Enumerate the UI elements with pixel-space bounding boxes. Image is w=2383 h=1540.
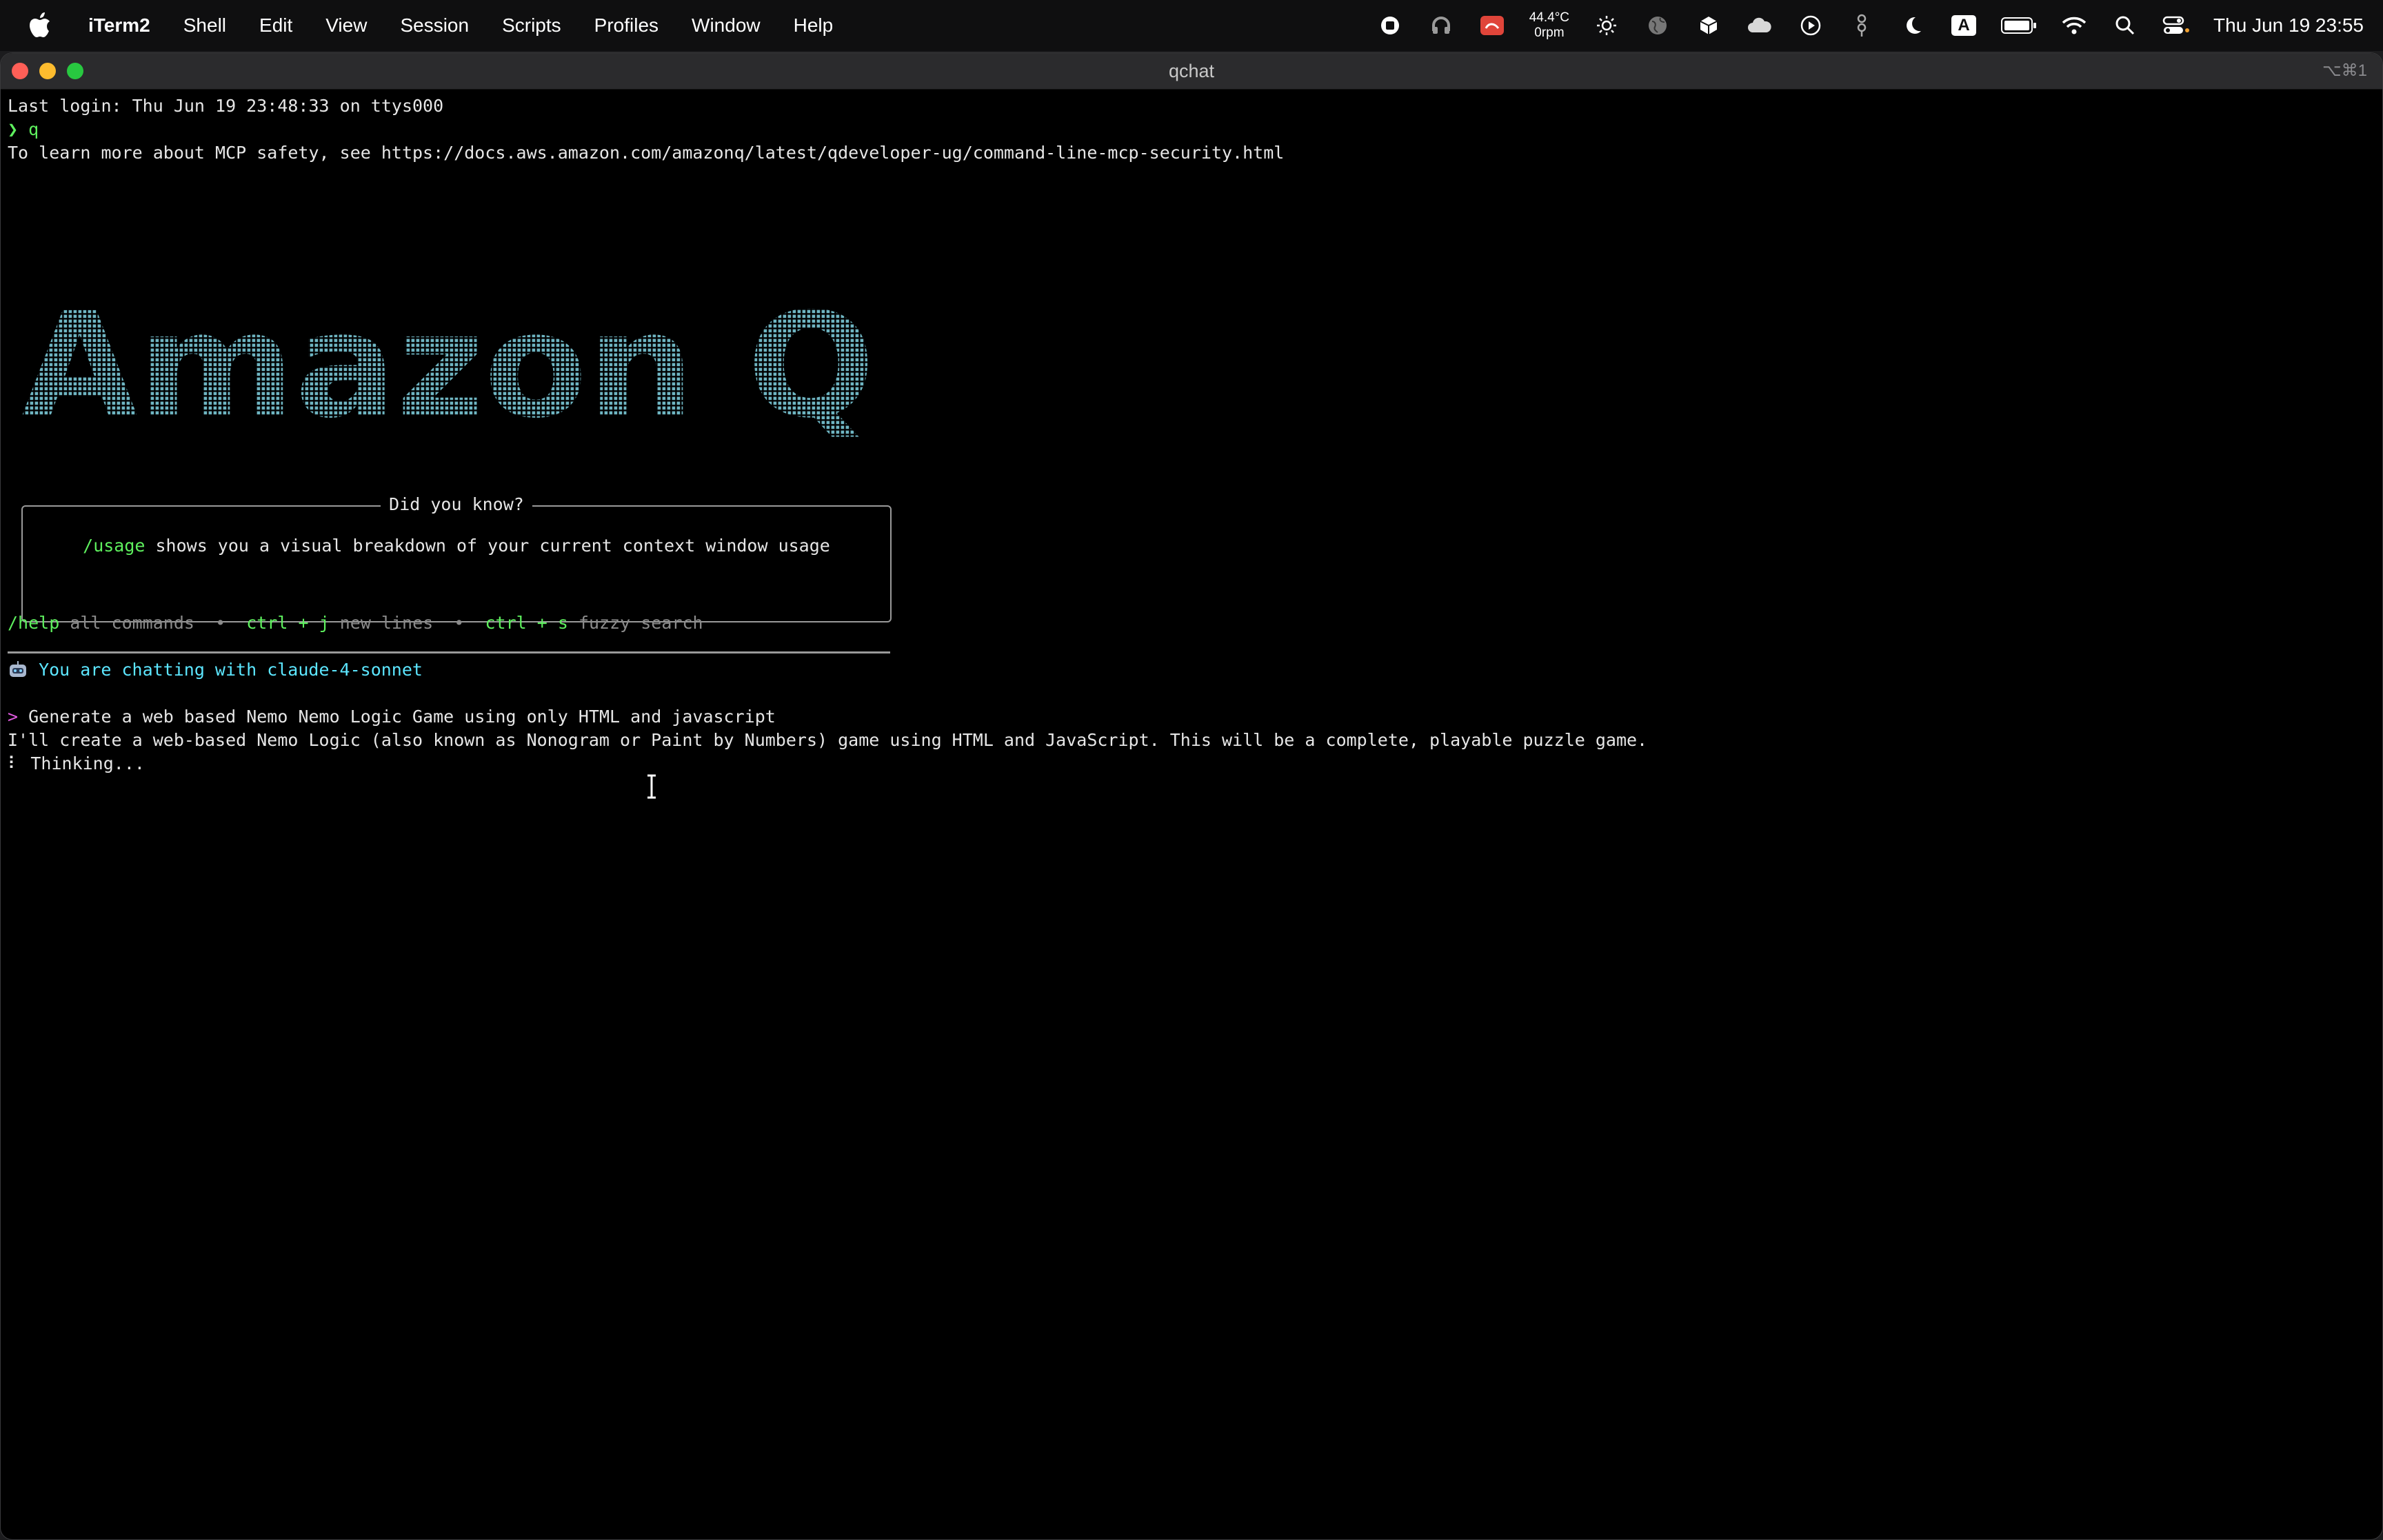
menu-app-iterm2[interactable]: iTerm2: [72, 0, 167, 51]
window-shortcut: ⌥⌘1: [2322, 61, 2367, 80]
temperature-value: 44.4°C: [1529, 10, 1570, 25]
menu-profiles[interactable]: Profiles: [578, 0, 675, 51]
robot-icon: [10, 661, 26, 677]
menu-bar: iTerm2 Shell Edit View Session Scripts P…: [0, 0, 2383, 51]
user-message: Generate a web based Nemo Nemo Logic Gam…: [28, 707, 776, 727]
thinking-line: ⠇ Thinking...: [8, 752, 145, 776]
help-bar: /help all commands • ctrl + j new lines …: [8, 611, 703, 635]
shell-prompt-line: ❯ q: [8, 118, 39, 141]
tip-text: shows you a visual breakdown of your cur…: [145, 536, 830, 556]
logo-text: Amazon Q: [21, 281, 875, 450]
screen-record-icon[interactable]: [1376, 12, 1404, 39]
menu-help[interactable]: Help: [777, 0, 850, 51]
globe-icon[interactable]: [1644, 12, 1671, 39]
last-login-line: Last login: Thu Jun 19 23:48:33 on ttys0…: [8, 96, 444, 116]
zoom-button[interactable]: [67, 63, 83, 79]
menu-session[interactable]: Session: [383, 0, 485, 51]
help-separator: •: [215, 613, 226, 633]
did-you-know-box: Did you know? /usage shows you a visual …: [21, 494, 892, 622]
amazon-q-ascii-logo: Amazon Q: [21, 281, 875, 450]
search-icon[interactable]: [2111, 12, 2139, 39]
menu-window[interactable]: Window: [675, 0, 777, 51]
prompt-symbol: ❯: [8, 119, 19, 139]
model-notice: You are chatting with claude-4-sonnet: [39, 660, 423, 680]
newline-shortcut: ctrl + j: [246, 613, 330, 633]
user-prompt-symbol: >: [8, 707, 19, 727]
menu-edit[interactable]: Edit: [243, 0, 309, 51]
menu-shell[interactable]: Shell: [167, 0, 243, 51]
tip-body: /usage shows you a visual breakdown of y…: [64, 534, 849, 558]
fuzzy-search-desc: fuzzy search: [578, 613, 703, 633]
spinner-icon: ⠇: [8, 753, 21, 773]
help-desc: all commands: [70, 613, 194, 633]
user-message-line: > Generate a web based Nemo Nemo Logic G…: [8, 705, 776, 729]
terminal-content[interactable]: Last login: Thu Jun 19 23:48:33 on ttys0…: [8, 94, 2375, 1532]
play-circle-icon[interactable]: [1797, 12, 1824, 39]
brightness-icon[interactable]: [1593, 12, 1620, 39]
moon-icon[interactable]: [1899, 12, 1927, 39]
tip-command: /usage: [83, 536, 145, 556]
control-center-icon[interactable]: [2162, 12, 2190, 39]
assistant-message: I'll create a web-based Nemo Logic (also…: [8, 730, 1648, 750]
fan-speed-value: 0rpm: [1534, 26, 1565, 40]
window-titlebar[interactable]: qchat ⌥⌘1: [1, 53, 2382, 90]
terminal-window: qchat ⌥⌘1 Last login: Thu Jun 19 23:48:3…: [0, 52, 2383, 1540]
headphones-icon[interactable]: [1427, 12, 1455, 39]
ibeam-cursor-icon: [647, 774, 656, 799]
help-command: /help: [8, 613, 60, 633]
wifi-icon[interactable]: [2060, 12, 2088, 39]
divider: [8, 651, 890, 654]
battery-icon[interactable]: [2001, 12, 2037, 39]
app-red-icon[interactable]: [1478, 12, 1506, 39]
help-separator: •: [454, 613, 465, 633]
menu-view[interactable]: View: [309, 0, 383, 51]
tip-title: Did you know?: [381, 494, 532, 514]
input-source-icon[interactable]: A: [1950, 12, 1978, 39]
minimize-button[interactable]: [39, 63, 56, 79]
prompt-command: q: [28, 119, 39, 139]
newline-desc: new lines: [339, 613, 434, 633]
thinking-status: Thinking...: [30, 753, 145, 773]
mcp-safety-notice: To learn more about MCP safety, see http…: [8, 143, 1285, 163]
input-source-label: A: [1951, 15, 1977, 36]
window-title: qchat: [1168, 60, 1215, 81]
model-notice-line: You are chatting with claude-4-sonnet: [8, 658, 423, 682]
fuzzy-search-shortcut: ctrl + s: [485, 613, 568, 633]
box-icon[interactable]: [1695, 12, 1722, 39]
temperature-monitor[interactable]: 44.4°C 0rpm: [1529, 10, 1569, 41]
accessibility-key-icon[interactable]: [1848, 12, 1876, 39]
apple-menu-icon[interactable]: [28, 12, 52, 39]
close-button[interactable]: [12, 63, 28, 79]
menubar-clock[interactable]: Thu Jun 19 23:55: [2213, 14, 2364, 37]
cloud-icon[interactable]: [1746, 12, 1773, 39]
menu-scripts[interactable]: Scripts: [485, 0, 578, 51]
